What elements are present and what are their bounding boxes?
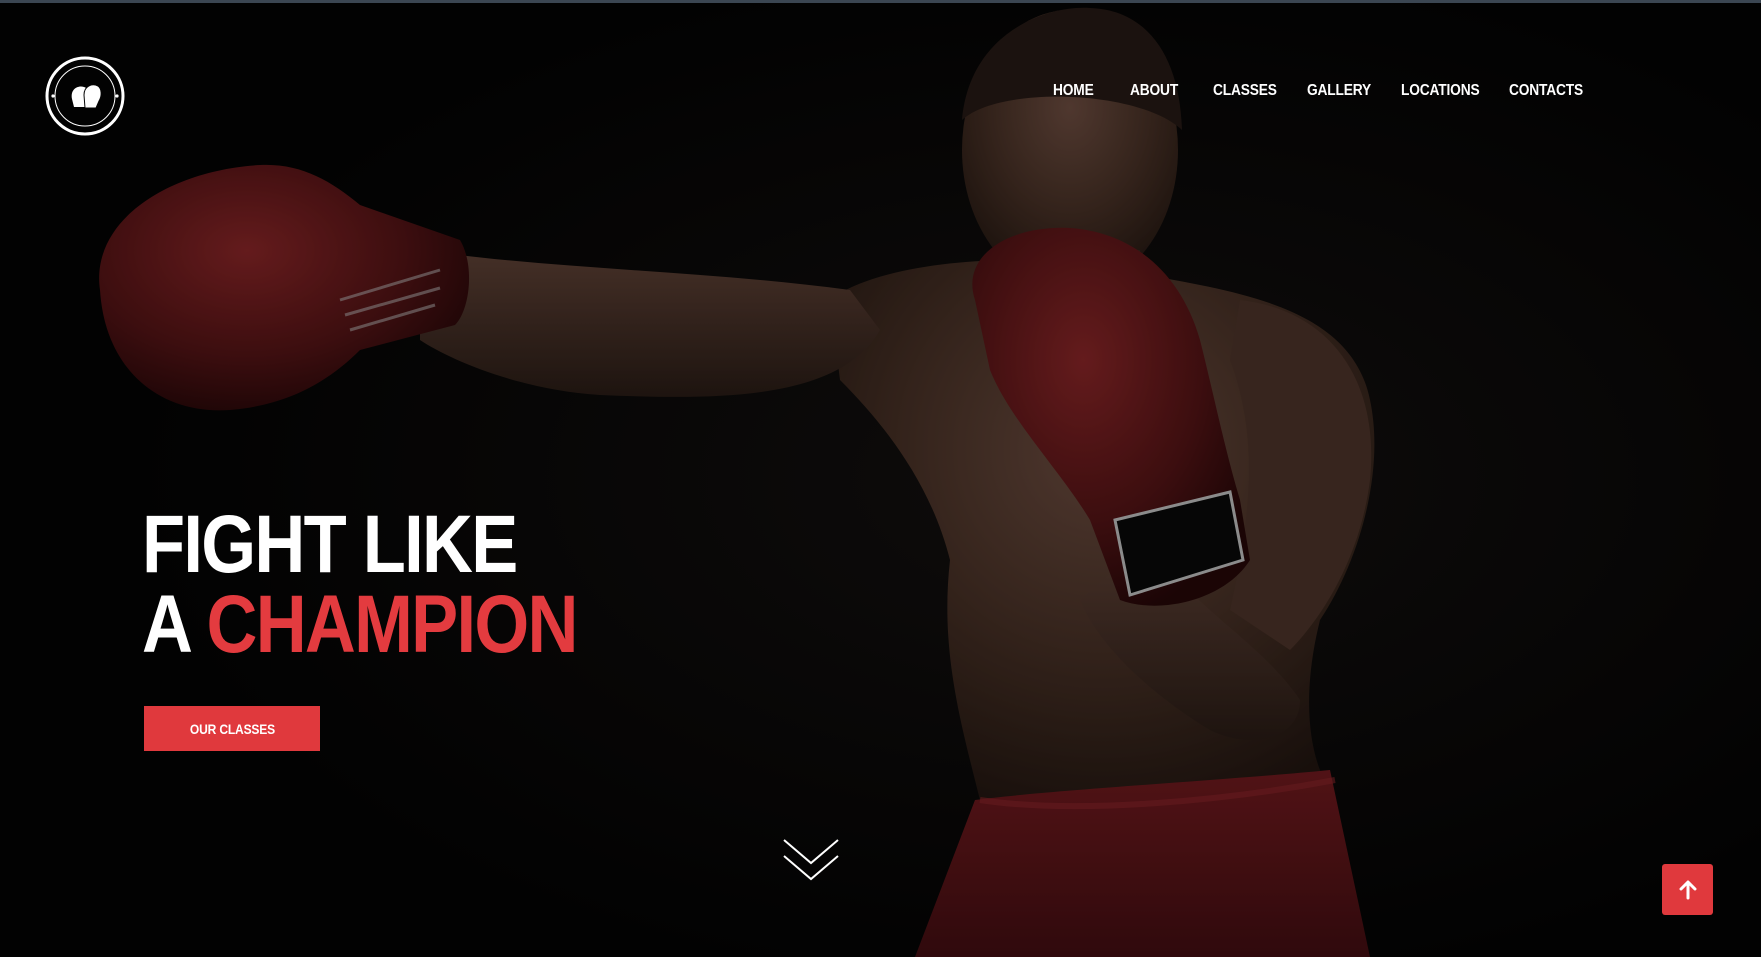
headline-line-1: FIGHT LIKE: [142, 499, 518, 590]
our-classes-label: OUR CLASSES: [189, 720, 275, 737]
top-border: [0, 0, 1761, 3]
nav-gallery[interactable]: GALLERY: [1307, 82, 1371, 100]
page: HOME ABOUT CLASSES GALLERY LOCATIONS CON…: [0, 0, 1761, 957]
nav-home[interactable]: HOME: [1053, 82, 1094, 100]
arrow-up-icon: [1679, 880, 1696, 899]
back-to-top-button[interactable]: [1662, 864, 1713, 915]
hero-image: [0, 0, 1761, 957]
nav-about[interactable]: ABOUT: [1130, 82, 1178, 100]
chevron-double-down-icon[interactable]: [781, 835, 841, 885]
nav-locations[interactable]: LOCATIONS: [1401, 82, 1480, 100]
headline-accent: CHAMPION: [206, 579, 578, 670]
headline-line-2-prefix: A: [142, 579, 190, 670]
nav-classes[interactable]: CLASSES: [1213, 82, 1277, 100]
boxing-logo[interactable]: [44, 55, 126, 137]
our-classes-button[interactable]: OUR CLASSES: [144, 706, 320, 751]
nav-contacts[interactable]: CONTACTS: [1509, 82, 1583, 100]
hero-headline: FIGHT LIKE A CHAMPION: [142, 504, 578, 666]
